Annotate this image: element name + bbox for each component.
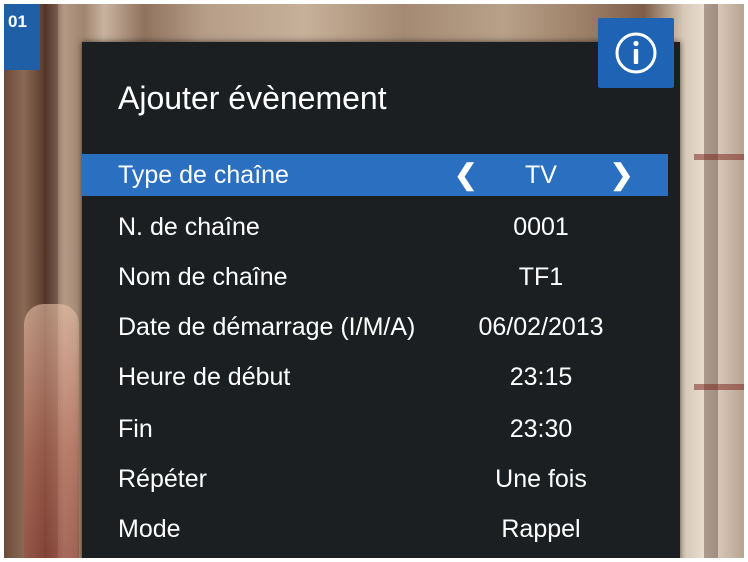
info-button[interactable] (598, 18, 674, 88)
row-label: Heure de début (118, 363, 291, 391)
row-channel-number[interactable]: N. de chaîne 0001 (82, 206, 668, 248)
dialog-title: Ajouter évènement (118, 80, 387, 116)
row-label: Fin (118, 415, 153, 443)
row-label: Nom de chaîne (118, 263, 288, 291)
row-value: TV (525, 161, 557, 189)
row-value: Rappel (501, 515, 581, 543)
tv-screen: 01 Ajouter évènement Type de chaîne ❮ TV… (4, 4, 744, 558)
row-label: Mode (118, 515, 181, 543)
background-decoration (24, 304, 79, 558)
background-decoration (694, 384, 744, 390)
row-label: Répéter (118, 465, 207, 493)
row-value: 0001 (513, 213, 569, 241)
row-start-time[interactable]: Heure de début 23:15 (82, 356, 668, 398)
row-mode[interactable]: Mode Rappel (82, 508, 668, 550)
row-label: N. de chaîne (118, 213, 260, 241)
add-event-dialog: Ajouter évènement Type de chaîne ❮ TV ❯ … (82, 42, 680, 558)
row-start-date[interactable]: Date de démarrage (I/M/A) 06/02/2013 (82, 306, 668, 348)
row-value: Une fois (495, 465, 587, 493)
row-end-time[interactable]: Fin 23:30 (82, 408, 668, 450)
row-repeat[interactable]: Répéter Une fois (82, 458, 668, 500)
channel-number-badge: 01 (4, 4, 40, 70)
row-label: Date de démarrage (I/M/A) (118, 313, 416, 341)
chevron-right-icon[interactable]: ❯ (610, 158, 633, 191)
row-value: 23:15 (509, 363, 573, 391)
row-value: 23:30 (509, 415, 573, 443)
background-decoration (694, 154, 744, 160)
info-icon (615, 32, 657, 74)
row-value: 06/02/2013 (478, 313, 604, 341)
row-value: TF1 (518, 263, 564, 291)
row-channel-type[interactable]: Type de chaîne ❮ TV ❯ (82, 154, 668, 196)
background-decoration (704, 4, 718, 558)
row-label: Type de chaîne (118, 161, 289, 189)
row-channel-name[interactable]: Nom de chaîne TF1 (82, 256, 668, 298)
